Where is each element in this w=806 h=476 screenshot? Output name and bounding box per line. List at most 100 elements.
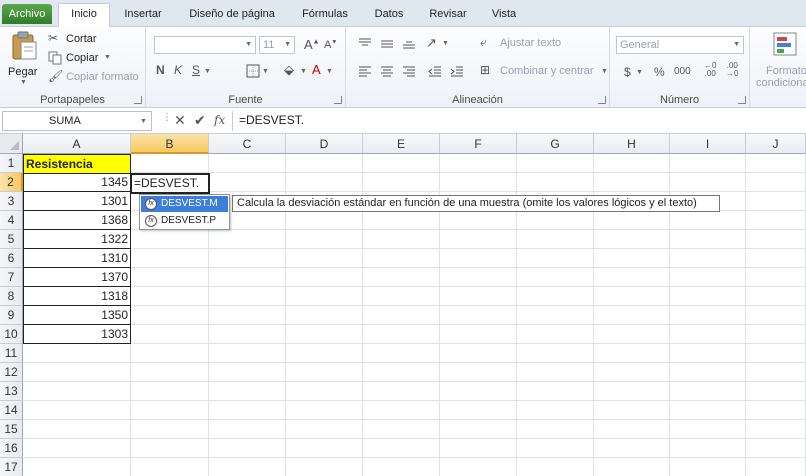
row-header-15[interactable]: 15	[0, 420, 23, 439]
row-gridline	[23, 400, 806, 401]
resize-handle-icon[interactable]: ⋮	[162, 112, 172, 123]
bold-button[interactable]: N	[156, 63, 165, 77]
borders-dropdown-icon[interactable]: ▼	[262, 68, 269, 75]
cut-button[interactable]: ✂ Cortar	[48, 31, 144, 48]
name-box[interactable]: SUMA	[2, 111, 152, 131]
align-bottom-icon[interactable]	[402, 38, 416, 50]
row-header-13[interactable]: 13	[0, 382, 23, 401]
number-launcher-icon[interactable]	[738, 96, 746, 104]
number-format-select[interactable]: General ▼	[616, 36, 744, 54]
cell-a8[interactable]: 1318	[23, 287, 131, 306]
cell-a1[interactable]: Resistencia	[23, 154, 131, 174]
row-header-1[interactable]: 1	[0, 154, 23, 173]
borders-icon[interactable]	[246, 64, 260, 78]
underline-button[interactable]: S	[192, 63, 200, 77]
font-name-input[interactable]: ▼	[154, 36, 256, 54]
tab-diseno-de-pagina[interactable]: Diseño de página	[180, 5, 284, 27]
format-painter-button[interactable]: 🖌 Copiar formato	[48, 69, 144, 86]
alignment-launcher-icon[interactable]	[598, 96, 606, 104]
fill-color-dropdown-icon[interactable]: ▼	[300, 68, 307, 75]
wrap-text-button[interactable]: ⤶ Ajustar texto	[480, 35, 608, 53]
row-header-7[interactable]: 7	[0, 268, 23, 287]
cell-a4[interactable]: 1368	[23, 211, 131, 230]
align-left-icon[interactable]	[358, 66, 372, 78]
font-size-input[interactable]: 11 ▼	[259, 36, 295, 54]
align-center-icon[interactable]	[380, 66, 394, 78]
tab-archivo[interactable]: Archivo	[2, 4, 52, 24]
merge-center-button[interactable]: ⊞ Combinar y centrar ▼	[480, 63, 608, 81]
column-header-j[interactable]: J	[746, 134, 806, 154]
row-header-16[interactable]: 16	[0, 439, 23, 458]
column-header-b[interactable]: B	[131, 134, 209, 154]
insert-function-icon[interactable]: fx	[214, 113, 225, 127]
cell-a10[interactable]: 1303	[23, 325, 131, 344]
decrease-indent-icon[interactable]	[428, 66, 442, 78]
tab-insertar[interactable]: Insertar	[116, 5, 170, 27]
column-header-e[interactable]: E	[363, 134, 440, 154]
autocomplete-item-desvest-m[interactable]: fx DESVEST.M	[141, 196, 228, 212]
column-header-g[interactable]: G	[517, 134, 594, 154]
align-middle-icon[interactable]	[380, 38, 394, 50]
align-right-icon[interactable]	[402, 66, 416, 78]
tab-revisar[interactable]: Revisar	[422, 5, 474, 27]
column-header-c[interactable]: C	[209, 134, 286, 154]
font-color-dropdown-icon[interactable]: ▼	[326, 68, 333, 75]
decrease-decimal-icon[interactable]: .00 →0	[726, 62, 738, 78]
row-header-10[interactable]: 10	[0, 325, 23, 344]
tab-formulas[interactable]: Fórmulas	[294, 5, 356, 27]
tab-inicio[interactable]: Inicio	[58, 3, 110, 28]
column-header-f[interactable]: F	[440, 134, 517, 154]
row-header-4[interactable]: 4	[0, 211, 23, 230]
font-launcher-icon[interactable]	[334, 96, 342, 104]
enter-check-icon[interactable]: ✔	[194, 112, 206, 129]
row-header-12[interactable]: 12	[0, 363, 23, 382]
shrink-font-icon[interactable]: A▼	[324, 39, 337, 51]
cell-b2-editing[interactable]: =DESVEST.	[130, 173, 210, 194]
tab-datos[interactable]: Datos	[364, 5, 414, 27]
underline-dropdown-icon[interactable]: ▼	[204, 68, 211, 75]
clipboard-launcher-icon[interactable]	[134, 96, 142, 104]
row-header-2[interactable]: 2	[0, 173, 23, 192]
align-top-icon[interactable]	[358, 38, 372, 50]
grow-font-icon[interactable]: A▲	[304, 37, 320, 52]
currency-button[interactable]: $	[624, 65, 631, 79]
row-header-8[interactable]: 8	[0, 287, 23, 306]
column-header-i[interactable]: I	[670, 134, 746, 154]
column-header-h[interactable]: H	[594, 134, 670, 154]
cell-a5[interactable]: 1322	[23, 230, 131, 249]
copy-button[interactable]: Copiar ▼	[48, 50, 144, 67]
percent-button[interactable]: %	[654, 65, 665, 79]
cell-a6[interactable]: 1310	[23, 249, 131, 268]
cancel-icon[interactable]: ✕	[174, 112, 186, 129]
row-header-11[interactable]: 11	[0, 344, 23, 363]
formula-input[interactable]: =DESVEST.	[232, 111, 804, 131]
number-group: General ▼ $ ▼ % 000 ←0.00 .00 →0 Número	[610, 27, 750, 108]
currency-dropdown-icon[interactable]: ▼	[636, 69, 643, 76]
cell-a7[interactable]: 1370	[23, 268, 131, 287]
row-header-17[interactable]: 17	[0, 458, 23, 476]
row-header-14[interactable]: 14	[0, 401, 23, 420]
increase-indent-icon[interactable]	[450, 66, 464, 78]
row-header-5[interactable]: 5	[0, 230, 23, 249]
font-color-icon[interactable]: A	[312, 62, 321, 77]
column-header-d[interactable]: D	[286, 134, 363, 154]
row-header-9[interactable]: 9	[0, 306, 23, 325]
row-header-3[interactable]: 3	[0, 192, 23, 211]
conditional-format-button[interactable]: Formato condicional	[752, 27, 806, 108]
column-header-a[interactable]: A	[23, 134, 131, 154]
cell-a9[interactable]: 1350	[23, 306, 131, 325]
cell-a2[interactable]: 1345	[23, 173, 131, 192]
cell-a3[interactable]: 1301	[23, 192, 131, 211]
fill-color-icon[interactable]: ⬙	[284, 62, 294, 78]
select-all-button[interactable]	[0, 134, 23, 154]
orientation-icon[interactable]: ↗	[426, 35, 437, 51]
row-header-6[interactable]: 6	[0, 249, 23, 268]
thousands-separator-button[interactable]: 000	[674, 66, 691, 77]
increase-decimal-icon[interactable]: ←0.00	[704, 62, 716, 78]
name-box-dropdown-icon[interactable]: ▼	[140, 118, 147, 125]
paste-button[interactable]: Pegar ▼	[6, 31, 42, 89]
italic-button[interactable]: K	[174, 63, 182, 77]
tab-vista[interactable]: Vista	[482, 5, 526, 27]
autocomplete-item-desvest-p[interactable]: fx DESVEST.P	[141, 213, 228, 229]
orientation-dropdown-icon[interactable]: ▼	[442, 40, 449, 47]
